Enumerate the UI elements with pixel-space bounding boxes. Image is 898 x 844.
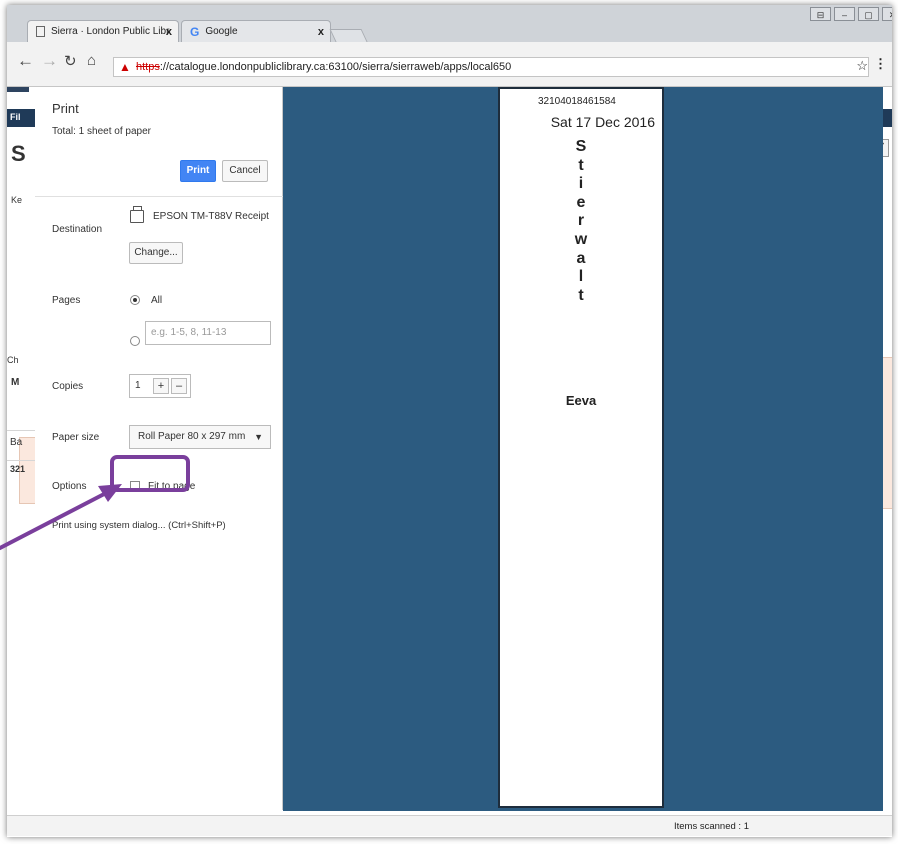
maximize-button[interactable]: ▢ xyxy=(858,7,879,21)
receipt-date: Sat 17 Dec 2016 xyxy=(550,114,655,130)
print-total: Total: 1 sheet of paper xyxy=(52,126,151,137)
destination-label: Destination xyxy=(52,224,103,235)
window-controls: ⊟ – ▢ ✕ xyxy=(810,7,892,23)
url-scheme: https xyxy=(136,61,160,73)
receipt-letter: w xyxy=(574,230,588,248)
status-bar: Items scanned : 1 xyxy=(7,815,892,836)
minimize-button[interactable]: – xyxy=(834,7,855,21)
forward-arrow-icon[interactable]: → xyxy=(41,51,58,71)
paper-size-label: Paper size xyxy=(52,432,100,443)
fit-to-page-label: Fit to page xyxy=(148,481,196,492)
printer-icon xyxy=(130,206,144,223)
browser-window: Sierra · London Public Libr x G Google x… xyxy=(7,5,892,837)
pages-all-label: All xyxy=(151,295,163,306)
close-window-button[interactable]: ✕ xyxy=(882,7,892,21)
receipt-first-name: Eeva xyxy=(565,393,597,408)
receipt-vertical-name: S t i e r w a l t xyxy=(561,138,601,305)
copies-label: Copies xyxy=(52,381,84,392)
paper-size-select[interactable]: Roll Paper 80 x 297 mm ▼ xyxy=(129,425,271,449)
message-peek: M xyxy=(11,377,20,388)
address-bar[interactable]: ▲ https://catalogue.londonpubliclibrary.… xyxy=(113,57,869,77)
cancel-button[interactable]: Cancel xyxy=(222,160,268,182)
pages-all-radio[interactable] xyxy=(130,295,140,305)
options-label: Options xyxy=(52,481,87,492)
paper-size-value: Roll Paper 80 x 297 mm xyxy=(138,431,246,442)
tab-google[interactable]: G Google x xyxy=(181,20,331,42)
profile-icon[interactable]: ⊟ xyxy=(810,7,831,21)
browser-toolbar: ← → ↻ ⌂ ▲ https://catalogue.londonpublic… xyxy=(7,42,892,87)
tab-strip: Sierra · London Public Libr x G Google x… xyxy=(7,5,892,44)
fit-to-page-checkbox[interactable] xyxy=(130,481,140,491)
pages-range-input[interactable]: e.g. 1-5, 8, 11-13 xyxy=(145,321,271,345)
receipt-letter: a xyxy=(576,249,586,267)
tab-sierra[interactable]: Sierra · London Public Libr x xyxy=(27,20,179,42)
receipt-letter: t xyxy=(578,156,584,174)
row-peek: 321 xyxy=(10,464,26,474)
copies-increment-button[interactable]: + xyxy=(153,378,169,394)
destination-value: EPSON TM-T88V Receipt xyxy=(153,211,269,222)
print-button[interactable]: Print xyxy=(180,160,216,182)
close-tab-icon[interactable]: x xyxy=(166,26,172,38)
change-destination-button[interactable]: Change... xyxy=(129,242,183,264)
receipt-letter: r xyxy=(577,212,585,230)
bookmark-star-icon[interactable]: ☆ xyxy=(856,58,868,74)
page-icon xyxy=(36,26,45,37)
home-icon[interactable]: ⌂ xyxy=(87,52,96,69)
warning-icon: ▲ xyxy=(119,60,131,74)
google-icon: G xyxy=(190,24,200,39)
pages-label: Pages xyxy=(52,295,81,306)
back-arrow-icon[interactable]: ← xyxy=(17,51,34,71)
copies-decrement-button[interactable]: – xyxy=(171,378,187,394)
tab-label: Google xyxy=(205,26,238,37)
copies-value: 1 xyxy=(135,380,141,391)
receipt-letter: S xyxy=(575,138,587,155)
print-dialog-title: Print xyxy=(52,101,79,116)
print-dialog: Print Total: 1 sheet of paper Print Canc… xyxy=(35,87,283,810)
tab-label: Sierra · London Public Libr xyxy=(51,26,170,37)
url-text: ://catalogue.londonpubliclibrary.ca:6310… xyxy=(159,61,512,73)
keyword-peek: Ke xyxy=(11,195,23,205)
apps-icon xyxy=(7,87,29,92)
system-dialog-link[interactable]: Print using system dialog... (Ctrl+Shift… xyxy=(52,520,226,531)
receipt-barcode: 32104018461584 xyxy=(538,96,616,107)
reload-icon[interactable]: ↻ xyxy=(64,52,77,70)
receipt-letter: l xyxy=(578,268,584,286)
receipt-preview-page: 32104018461584 Sat 17 Dec 2016 S t i e r… xyxy=(498,87,664,808)
close-tab-icon[interactable]: x xyxy=(318,26,324,38)
checkout-peek: Ch xyxy=(7,355,19,365)
pages-custom-radio[interactable] xyxy=(130,336,140,346)
file-menu-peek: Fil xyxy=(10,112,21,122)
app-title-peek: S xyxy=(11,141,26,166)
barcode-column-peek: Ba xyxy=(10,437,23,448)
menu-icon[interactable]: ⋮ xyxy=(874,56,887,72)
receipt-letter: e xyxy=(576,193,586,211)
chevron-down-icon: ▼ xyxy=(254,432,263,442)
divider xyxy=(35,196,283,197)
receipt-letter: i xyxy=(578,175,584,193)
receipt-letter: t xyxy=(578,286,584,304)
items-scanned: Items scanned : 1 xyxy=(674,821,749,832)
